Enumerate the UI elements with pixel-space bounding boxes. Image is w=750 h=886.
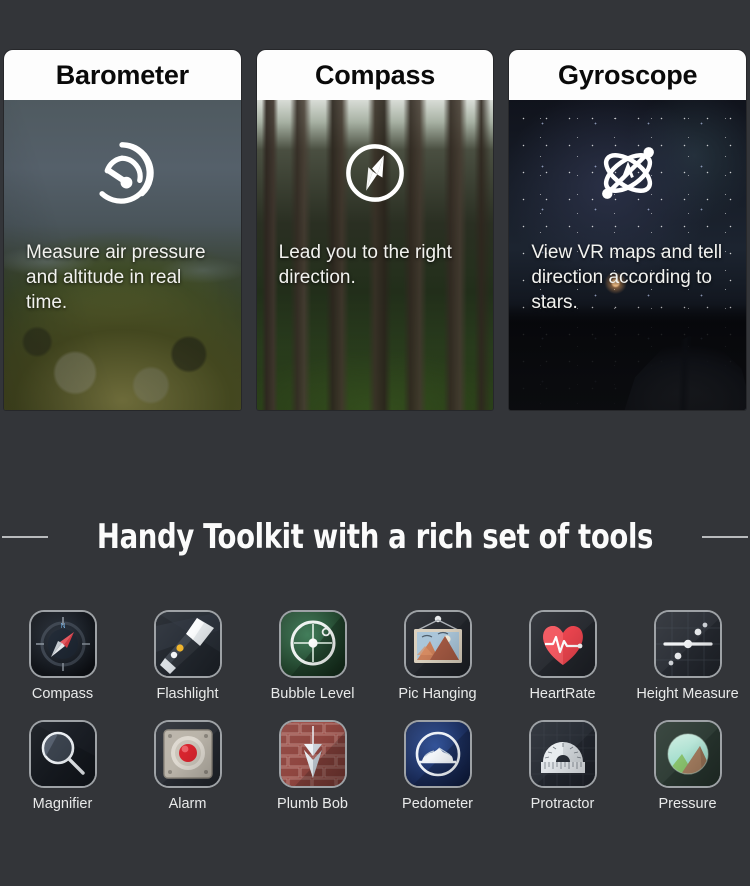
tool-label: Alarm <box>168 796 207 812</box>
tool-item-magnifier[interactable]: Magnifier <box>0 722 125 812</box>
feature-cards-row: Barometer Measure air pressure and altit… <box>0 50 750 410</box>
section-heading: Handy Toolkit with a rich set of tools <box>0 515 750 559</box>
card-body: View VR maps and tell direction accordin… <box>509 100 747 410</box>
card-title: Gyroscope <box>558 59 698 90</box>
height-measure-app-icon[interactable] <box>655 612 720 676</box>
flashlight-app-icon[interactable] <box>155 612 220 676</box>
card-description: Lead you to the right direction. <box>278 242 452 288</box>
tool-item-protractor[interactable]: Protractor <box>500 722 625 812</box>
gauge-icon <box>99 142 154 204</box>
tool-grid: N Compass Flashlight Bubble Level Pic Ha… <box>0 612 750 812</box>
svg-text:N: N <box>60 623 65 630</box>
pressure-app-icon[interactable] <box>655 722 720 786</box>
tool-item-height-measure[interactable]: Height Measure <box>625 612 750 702</box>
magnifier-app-icon[interactable] <box>30 722 95 786</box>
tool-label: Height Measure <box>636 686 739 702</box>
tool-item-flashlight[interactable]: Flashlight <box>125 612 250 702</box>
bubble-level-app-icon[interactable] <box>280 612 345 676</box>
tool-label: Pedometer <box>402 796 473 812</box>
heart-rate-app-icon[interactable] <box>530 612 595 676</box>
tool-label: Bubble Level <box>270 686 355 702</box>
tool-item-compass[interactable]: N Compass <box>0 612 125 702</box>
tool-item-pedometer[interactable]: Pedometer <box>375 722 500 812</box>
tool-label: Pressure <box>658 796 717 812</box>
card-title: Barometer <box>55 59 189 90</box>
tool-item-heartrate[interactable]: HeartRate <box>500 612 625 702</box>
tool-item-pressure[interactable]: Pressure <box>625 722 750 812</box>
feature-card-gyroscope[interactable]: Gyroscope View VR maps and tell directio… <box>509 50 747 410</box>
card-description: View VR maps and tell direction accordin… <box>531 242 723 313</box>
page-title: Handy Toolkit with a rich set of tools <box>96 517 654 557</box>
atom-orbit-icon <box>601 147 654 199</box>
feature-card-barometer[interactable]: Barometer Measure air pressure and altit… <box>4 50 241 410</box>
card-description: Measure air pressure and altitude in rea… <box>26 242 206 313</box>
compass-app-icon[interactable]: N <box>30 612 95 676</box>
plumb-bob-app-icon[interactable] <box>280 722 345 786</box>
tool-label: Protractor <box>530 796 595 812</box>
protractor-app-icon[interactable] <box>530 722 595 786</box>
tent-silhouette <box>624 336 747 410</box>
heading-rule-left <box>2 536 49 538</box>
tool-label: Plumb Bob <box>277 796 348 812</box>
tool-label: Compass <box>31 686 94 702</box>
card-title-bar: Barometer <box>4 50 241 100</box>
tool-label: HeartRate <box>529 686 596 702</box>
heading-rule-right <box>701 536 749 538</box>
card-title-bar: Compass <box>256 50 494 100</box>
feature-card-compass[interactable]: Compass Lead you to the right direction. <box>256 50 494 410</box>
tool-item-pic-hanging[interactable]: Pic Hanging <box>375 612 500 702</box>
compass-needle-icon <box>346 144 404 202</box>
tool-label: Magnifier <box>32 796 93 812</box>
tool-label: Flashlight <box>156 686 219 702</box>
card-title: Compass <box>314 59 436 90</box>
tool-item-alarm[interactable]: Alarm <box>125 722 250 812</box>
pedometer-app-icon[interactable] <box>405 722 470 786</box>
picture-hanging-app-icon[interactable] <box>405 612 470 676</box>
card-body: Measure air pressure and altitude in rea… <box>4 100 241 410</box>
tool-item-plumb-bob[interactable]: Plumb Bob <box>250 722 375 812</box>
card-body: Lead you to the right direction. <box>256 100 494 410</box>
tool-label: Pic Hanging <box>398 686 477 702</box>
tool-item-bubble-level[interactable]: Bubble Level <box>250 612 375 702</box>
card-title-bar: Gyroscope <box>509 50 747 100</box>
alarm-bell-app-icon[interactable] <box>155 722 220 786</box>
